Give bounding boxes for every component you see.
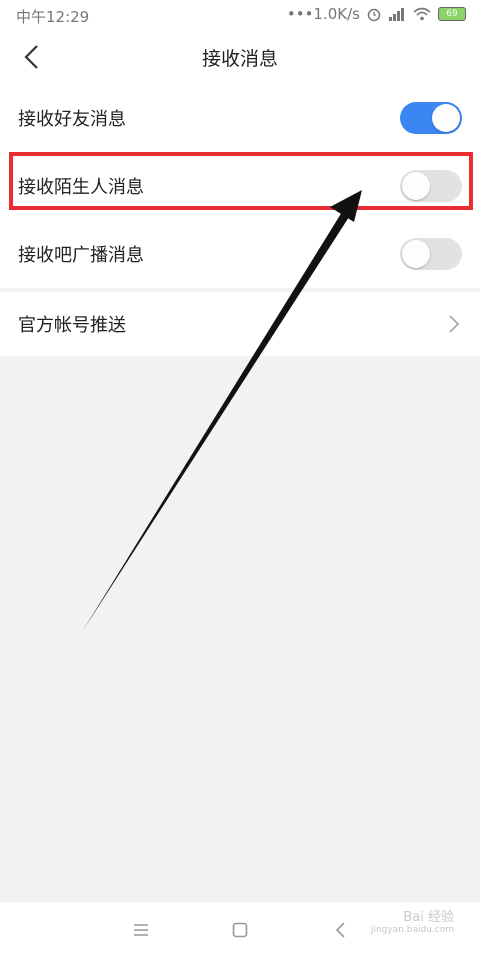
back-icon[interactable]	[331, 920, 351, 940]
baidu-watermark: Bai 经验 jingyan.baidu.com	[371, 906, 454, 935]
watermark-brand: Bai 经验	[403, 910, 454, 925]
annotation-arrow	[82, 190, 362, 632]
home-icon[interactable]	[230, 920, 250, 940]
menu-icon[interactable]	[131, 920, 151, 940]
watermark-url: jingyan.baidu.com	[370, 925, 454, 935]
